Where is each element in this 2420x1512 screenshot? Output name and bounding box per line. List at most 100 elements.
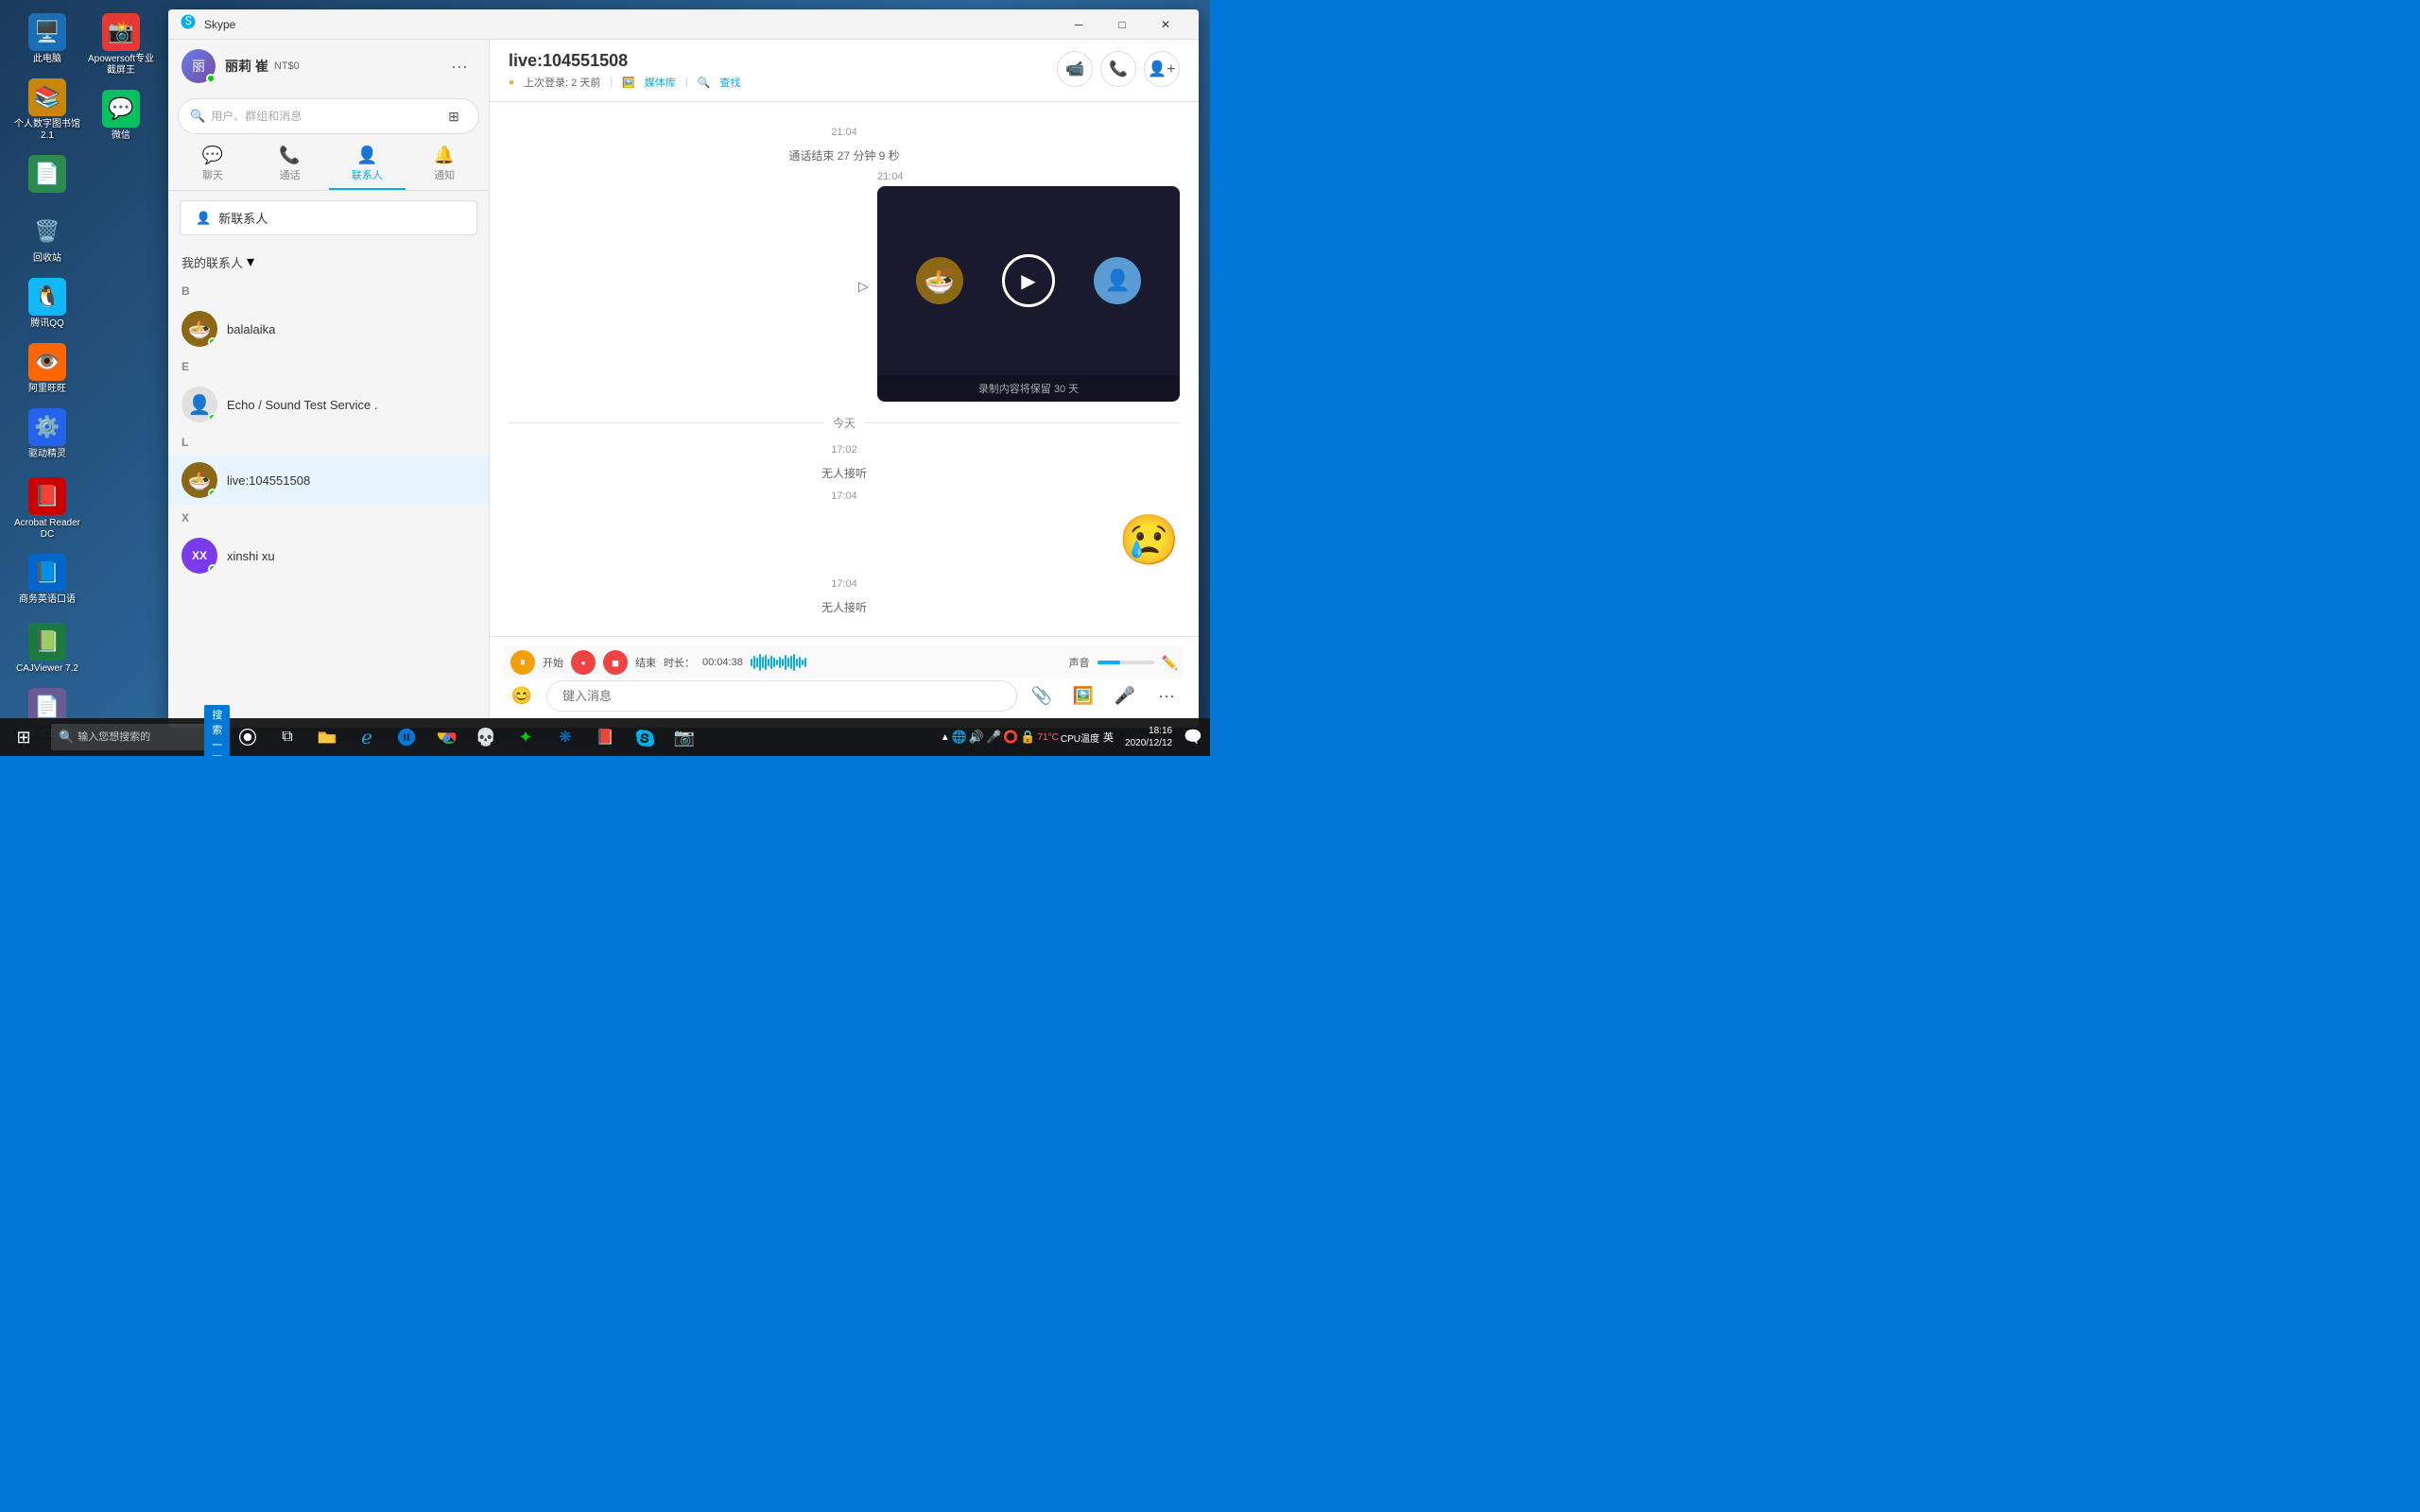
- taskbar-blue-app[interactable]: ❋: [546, 718, 584, 756]
- time-label-1702: 17:02: [509, 444, 1180, 455]
- desktop-icon-computer[interactable]: 🖥️ 此电脑: [9, 9, 85, 69]
- desktop-icon-ali[interactable]: 👁️ 阿里旺旺: [9, 339, 85, 399]
- tab-calls[interactable]: 📞 通话: [251, 140, 329, 190]
- add-contact-button[interactable]: 👤 新联系人: [180, 200, 477, 235]
- group-label-l: L: [168, 430, 489, 455]
- taskbar-green-app[interactable]: ✦: [507, 718, 544, 756]
- more-options-chat-button[interactable]: ···: [1150, 679, 1184, 713]
- tab-contacts[interactable]: 👤 联系人: [329, 140, 406, 190]
- search-icon: 🔍: [190, 109, 205, 124]
- desktop-icon-library[interactable]: 📚 个人数字图书馆2.1: [9, 75, 85, 146]
- desktop-icon-recycle[interactable]: 🗑️ 回收站: [9, 209, 85, 268]
- group-label-x: X: [168, 506, 489, 530]
- contact-item-live[interactable]: 🍜 live:104551508: [168, 455, 489, 506]
- taskbar-cortana[interactable]: [229, 718, 267, 756]
- video-msg-time: 21:04: [877, 171, 1180, 182]
- tab-notifications-label: 通知: [434, 167, 455, 182]
- voice-call-button[interactable]: 📞: [1100, 51, 1136, 87]
- contact-item-xinshi[interactable]: XX xinshi xu: [168, 530, 489, 581]
- contact-item-echo[interactable]: 👤 Echo / Sound Test Service .: [168, 379, 489, 430]
- user-avatar[interactable]: 丽: [182, 49, 216, 83]
- tab-chat[interactable]: 💬 聊天: [174, 140, 251, 190]
- contact-avatar-echo: 👤: [182, 387, 217, 422]
- volume-label: 声音: [1069, 655, 1090, 670]
- video-call-button[interactable]: 📹: [1057, 51, 1093, 87]
- media-library-link[interactable]: 媒体库: [645, 75, 676, 90]
- contact-name-xinshi: xinshi xu: [227, 549, 275, 563]
- desktop-icon-caj[interactable]: 📗 CAJViewer 7.2: [9, 619, 85, 679]
- volume-slider[interactable]: [1098, 661, 1154, 664]
- minimize-button[interactable]: ─: [1057, 9, 1100, 40]
- recording-time: 00:04:38: [702, 657, 743, 668]
- taskbar-search-input[interactable]: [78, 731, 200, 743]
- contact-online-dot-live: [208, 489, 217, 498]
- grid-view-button[interactable]: ⊞: [441, 103, 467, 129]
- contacts-icon: 👤: [356, 146, 377, 165]
- tray-volume-icon[interactable]: 🔊: [969, 730, 984, 745]
- chat-header: live:104551508 ● 上次登录: 2 天前 | 🖼️ 媒体库 | 🔍…: [490, 40, 1199, 102]
- message-input[interactable]: [546, 680, 1017, 712]
- chat-contact-name: live:104551508: [509, 51, 740, 71]
- tab-notifications[interactable]: 🔔 通知: [406, 140, 483, 190]
- system-msg-no-answer-2: 无人接听: [509, 599, 1180, 615]
- emoji-button[interactable]: 😊: [505, 679, 539, 713]
- desktop-icons-right: 📸 Apowersoft专业截屏王 💬 微信: [83, 9, 159, 146]
- desktop-icon-qq[interactable]: 🐧 腾讯QQ: [9, 274, 85, 334]
- contact-avatar-xinshi: XX: [182, 538, 217, 574]
- contact-item-balalaika[interactable]: 🍜 balalaika: [168, 303, 489, 354]
- taskbar-pdf[interactable]: 📕: [586, 718, 624, 756]
- notifications-icon: 🔔: [434, 146, 455, 165]
- taskbar-file-explorer[interactable]: [308, 718, 346, 756]
- search-input[interactable]: [211, 110, 435, 123]
- waveform: [751, 653, 1062, 672]
- video-message-wrapper: ▷ 21:04 🍜 ▶ 👤 录制内容将保留 30 天: [509, 171, 1180, 402]
- chat-header-info: live:104551508 ● 上次登录: 2 天前 | 🖼️ 媒体库 | 🔍…: [509, 51, 740, 90]
- edit-icon[interactable]: ✏️: [1162, 655, 1178, 671]
- left-panel: 丽 丽莉 崔 NT$0 ··· 🔍 ⊞ 💬: [168, 40, 490, 728]
- system-tray: ▲ 🌐 🔊 🎤 ⭕ 🔒 71°C CPU温度: [941, 730, 1099, 745]
- chat-icon: 💬: [202, 146, 223, 165]
- tray-mic-icon[interactable]: 🎤: [986, 730, 1001, 745]
- my-contacts-header[interactable]: 我的联系人 ▾: [168, 245, 489, 275]
- pause-recording-button[interactable]: ⏸: [510, 650, 535, 675]
- voice-message-button[interactable]: 🎤: [1108, 679, 1142, 713]
- taskbar-chrome[interactable]: [427, 718, 465, 756]
- search-chat-link[interactable]: 查找: [719, 75, 740, 90]
- taskbar-skull[interactable]: 💀: [467, 718, 505, 756]
- more-options-button[interactable]: ···: [443, 53, 475, 80]
- maximize-button[interactable]: □: [1100, 9, 1144, 40]
- video-play-button[interactable]: ▶: [1002, 254, 1055, 307]
- video-message[interactable]: 🍜 ▶ 👤 录制内容将保留 30 天: [877, 186, 1180, 402]
- time-label-1704-2: 17:04: [509, 578, 1180, 590]
- image-button[interactable]: 🖼️: [1066, 679, 1100, 713]
- language-indicator: 英: [1103, 730, 1114, 745]
- window-controls: ─ □ ✕: [1057, 9, 1187, 40]
- close-button[interactable]: ✕: [1144, 9, 1187, 40]
- tray-up-arrow[interactable]: ▲: [941, 732, 950, 743]
- taskbar-camera[interactable]: 📷: [666, 718, 703, 756]
- desktop-icon-driver[interactable]: ⚙️ 驱动精灵: [9, 404, 85, 464]
- last-login-text: 上次登录: 2 天前: [524, 75, 600, 90]
- chat-action-buttons: 📹 📞 👤+: [1057, 51, 1180, 87]
- taskbar-task-view[interactable]: ⧉: [268, 718, 306, 756]
- media-icon: 🖼️: [622, 77, 635, 89]
- system-msg-no-answer-1: 无人接听: [509, 465, 1180, 481]
- taskbar-edge[interactable]: [388, 718, 425, 756]
- taskbar-search-button[interactable]: 搜索一下: [204, 705, 230, 756]
- contact-online-dot-xinshi: [208, 564, 217, 574]
- desktop-icon-wechat[interactable]: 💬 微信: [83, 86, 159, 146]
- add-contact-chat-button[interactable]: 👤+: [1144, 51, 1180, 87]
- taskbar-ie[interactable]: ℯ: [348, 718, 386, 756]
- desktop-icon-apowersoft[interactable]: 📸 Apowersoft专业截屏王: [83, 9, 159, 80]
- file-attach-button[interactable]: 📎: [1025, 679, 1059, 713]
- stop-recording-button[interactable]: ■: [603, 650, 628, 675]
- duration-label: 时长：: [664, 655, 695, 670]
- start-button[interactable]: ⊞: [0, 718, 47, 756]
- taskbar-notification-center[interactable]: 🗨️: [1184, 728, 1202, 747]
- tab-calls-label: 通话: [280, 167, 301, 182]
- taskbar-skype[interactable]: [626, 718, 664, 756]
- desktop-icon-acrobat[interactable]: 📕 Acrobat Reader DC: [9, 473, 85, 544]
- divider-text: 今天: [833, 415, 856, 431]
- desktop-icon-doc[interactable]: 📄: [9, 151, 85, 199]
- desktop-icon-english[interactable]: 📘 商务英语口语: [9, 550, 85, 610]
